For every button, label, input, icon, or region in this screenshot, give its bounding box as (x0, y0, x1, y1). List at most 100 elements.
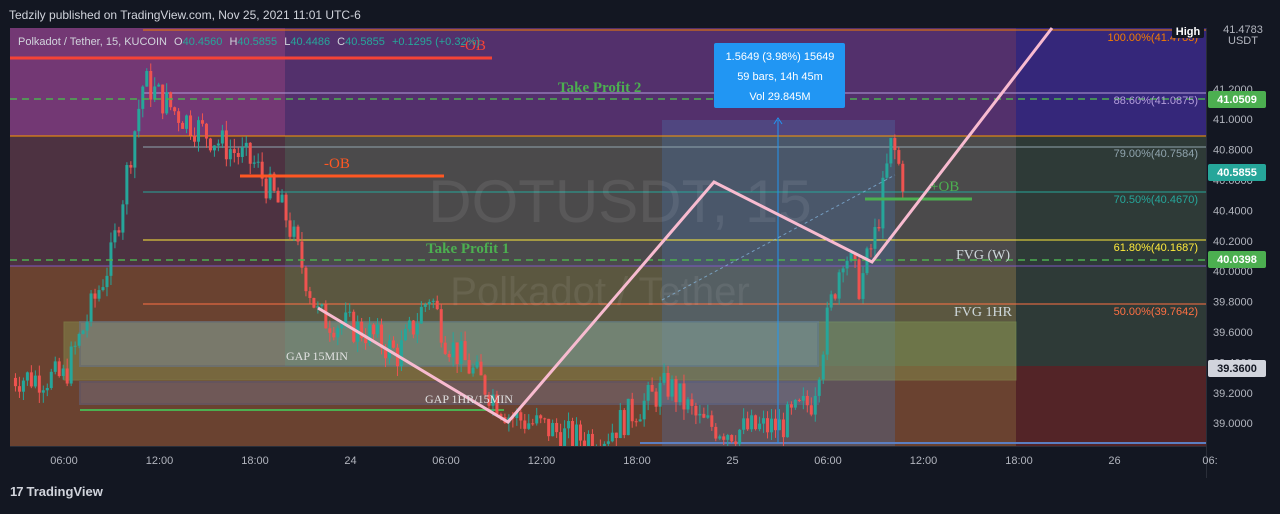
candle-body (200, 120, 204, 124)
candle-body (33, 375, 37, 387)
candle-body (578, 424, 582, 441)
candle-body (845, 260, 849, 269)
fvg-1hr-label: FVG 1HR (954, 305, 1013, 320)
candle-body (324, 304, 328, 329)
candle-body (288, 220, 292, 237)
footer-bar (0, 478, 1280, 509)
measure-line-2: 59 bars, 14h 45m (737, 71, 823, 83)
candle-body (769, 418, 773, 433)
candle-body (220, 130, 224, 144)
time-tick: 06:00 (50, 455, 78, 467)
candle-body (479, 361, 483, 376)
candle-body (185, 115, 189, 129)
candle-body (49, 371, 53, 388)
candle-body (264, 178, 268, 199)
candle-body (196, 120, 200, 142)
tag-high-label: High (1176, 26, 1201, 38)
tradingview-logo-icon: 17 (10, 484, 24, 499)
tradingview-logo[interactable]: 17 TradingView (10, 484, 103, 499)
candle-body (789, 404, 793, 408)
candle-body (113, 230, 117, 243)
price-tick: 41.0000 (1213, 114, 1253, 126)
candle-body (662, 372, 666, 383)
candle-body (216, 143, 220, 146)
fib-zone-right-low (1016, 366, 1206, 446)
candle-body (881, 177, 885, 229)
candle-body (276, 190, 280, 203)
candle-body (57, 361, 61, 377)
candle-body (861, 273, 865, 299)
candle-body (348, 311, 352, 313)
candle-body (93, 293, 97, 299)
candle-body (97, 290, 101, 299)
candle-body (471, 367, 475, 374)
candle-body (181, 122, 185, 129)
candle-body (821, 354, 825, 380)
candle-body (678, 383, 682, 403)
candle-body (328, 328, 332, 333)
time-tick: 12:00 (146, 455, 174, 467)
symbol-legend[interactable]: Polkadot / Tether, 15, KUCOIN O40.4560 H… (18, 36, 480, 48)
candle-body (551, 422, 555, 437)
gap-15min-label: GAP 15MIN (286, 349, 348, 363)
candle-body (256, 161, 260, 163)
candle-body (797, 399, 801, 401)
fib-label-705: 70.50%(40.4670) (1114, 194, 1198, 206)
candle-body (766, 418, 770, 433)
legend-low: 40.4486 (290, 36, 330, 48)
candle-body (809, 405, 813, 415)
time-tick: 18:00 (1005, 455, 1033, 467)
candle-body (451, 342, 455, 358)
candle-body (284, 194, 288, 221)
candle-body (519, 412, 523, 421)
candle-body (658, 382, 662, 407)
candle-body (889, 138, 893, 164)
candle-body (686, 399, 690, 410)
candle-body (308, 291, 312, 298)
candle-body (149, 70, 153, 100)
candle-body (403, 328, 407, 341)
fib-zone-top-right (1016, 28, 1206, 136)
candle-body (391, 340, 395, 348)
legend-open: 40.4560 (183, 36, 223, 48)
candle-body (734, 441, 738, 445)
tag-tp1-value: 40.0398 (1217, 254, 1257, 266)
candle-body (312, 297, 316, 308)
candle-body (781, 419, 785, 438)
chart-container[interactable]: DOTUSDT, 15 Polkadot / Tether -OB -OB +O… (0, 0, 1280, 509)
candle-body (208, 138, 212, 151)
price-chart[interactable]: DOTUSDT, 15 Polkadot / Tether -OB -OB +O… (0, 0, 1280, 509)
fib-label-79: 79.00%(40.7584) (1114, 148, 1198, 160)
candle-body (750, 415, 754, 430)
time-tick: 12:00 (910, 455, 938, 467)
candle-body (85, 321, 89, 331)
legend-symbol: Polkadot / Tether, 15, KUCOIN (18, 36, 167, 48)
time-tick: 06: (1202, 455, 1217, 467)
candle-body (670, 379, 674, 397)
ob-plus-label: +OB (930, 179, 959, 195)
price-tick: 39.0000 (1213, 418, 1253, 430)
price-tick: 40.2000 (1213, 236, 1253, 248)
candle-body (411, 320, 415, 335)
candle-body (674, 379, 678, 403)
candle-body (785, 404, 789, 438)
candle-body (340, 324, 344, 329)
time-tick: 18:00 (241, 455, 269, 467)
candle-body (252, 162, 256, 164)
price-tick: 39.8000 (1213, 297, 1253, 309)
candle-body (73, 345, 77, 347)
tradingview-brand: TradingView (26, 484, 103, 499)
candle-body (614, 432, 618, 439)
candle-body (813, 395, 817, 415)
candle-body (431, 300, 435, 302)
candle-body (805, 395, 809, 406)
candle-body (61, 368, 65, 377)
candle-body (157, 84, 161, 87)
tag-tp2-value: 41.0509 (1217, 94, 1257, 106)
candle-body (571, 420, 575, 448)
candle-body (654, 391, 658, 407)
candle-body (304, 267, 308, 292)
candle-body (352, 311, 356, 342)
measure-tooltip: 1.5649 (3.98%) 15649 59 bars, 14h 45m Vo… (714, 43, 845, 108)
candle-body (543, 418, 547, 420)
